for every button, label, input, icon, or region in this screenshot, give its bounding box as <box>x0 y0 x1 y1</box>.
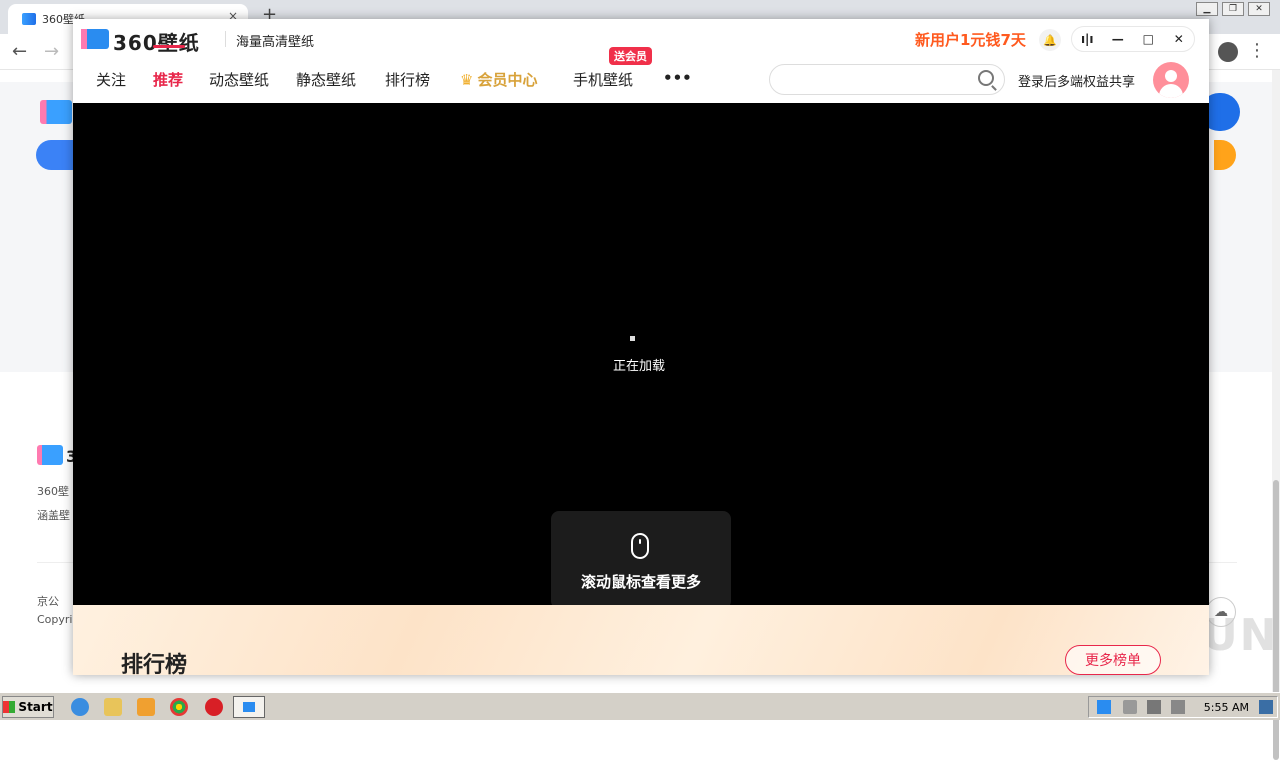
avatar[interactable] <box>1153 62 1189 98</box>
nav-item-ranking[interactable]: 排行榜 <box>385 69 430 90</box>
nav-item-vip-center[interactable]: ♛ 会员中心 <box>460 69 537 90</box>
promo-link[interactable]: 新用户1元钱7天 <box>915 29 1026 50</box>
bell-icon[interactable]: 🔔 <box>1039 29 1061 51</box>
nav-item-dynamic-wallpaper[interactable]: 动态壁纸 <box>209 69 269 90</box>
vip-label: 会员中心 <box>477 71 538 89</box>
page-scrollbar[interactable] <box>1272 70 1280 760</box>
show-desktop-icon[interactable] <box>1259 700 1273 714</box>
footer-text: 涵盖壁 <box>37 509 70 522</box>
ranking-title: 排行榜 <box>121 653 188 675</box>
app-header: 360壁纸 海量高清壁纸 新用户1元钱7天 🔔 ı|ı — □ ✕ 关注 推荐 … <box>73 19 1209 103</box>
footer-copyright: Copyri <box>37 613 73 626</box>
volume-icon[interactable] <box>1123 700 1137 714</box>
footer-text: 360壁 <box>37 485 69 498</box>
search-input[interactable] <box>769 64 1005 95</box>
search-icon[interactable] <box>978 70 994 86</box>
nav-item-follow[interactable]: 关注 <box>96 69 126 90</box>
app-close-button[interactable]: ✕ <box>1164 32 1194 46</box>
app-name: 360壁纸 <box>113 31 200 55</box>
browser-close-button[interactable]: ✕ <box>1248 2 1270 16</box>
active-tab-indicator <box>153 45 185 48</box>
browser-minimize-button[interactable]: ▁ <box>1196 2 1218 16</box>
footer-logo-icon <box>37 445 63 465</box>
chrome-icon[interactable] <box>170 698 188 716</box>
nav-item-phone-wallpaper[interactable]: 手机壁纸 <box>573 69 633 90</box>
app-window-controls: ı|ı — □ ✕ <box>1071 26 1195 52</box>
network-icon[interactable] <box>1147 700 1161 714</box>
app-minimize-button[interactable]: — <box>1103 32 1133 46</box>
nav-item-recommend[interactable]: 推荐 <box>153 69 183 90</box>
loading-text: 正在加载 <box>613 359 666 374</box>
favicon-icon <box>22 13 36 25</box>
footer-text: 京公 <box>37 595 59 608</box>
app-maximize-button[interactable]: □ <box>1133 32 1163 46</box>
more-rankings-button[interactable]: 更多榜单 <box>1065 645 1161 675</box>
loading-spinner-icon <box>630 336 635 341</box>
crown-icon: ♛ <box>460 71 474 89</box>
app-slogan: 海量高清壁纸 <box>236 35 315 50</box>
start-button[interactable]: Start <box>2 696 54 718</box>
media-player-icon[interactable] <box>137 698 155 716</box>
login-prompt[interactable]: 登录后多端权益共享 <box>1018 71 1135 90</box>
start-label: Start <box>18 700 53 714</box>
windows-logo-icon <box>3 701 16 713</box>
gift-vip-badge: 送会员 <box>609 47 652 65</box>
header-divider <box>225 31 226 47</box>
ranking-section: 排行榜 更多榜单 <box>73 605 1209 675</box>
app-logo-icon <box>81 29 109 49</box>
browser-window-controls: ▁ ❐ ✕ <box>1196 2 1270 16</box>
folder-icon[interactable] <box>104 698 122 716</box>
back-arrow-icon[interactable]: ← <box>12 41 27 62</box>
clock[interactable]: 5:55 AM <box>1204 701 1249 714</box>
more-icon[interactable]: ••• <box>663 69 692 87</box>
background-blue-tab <box>36 140 76 170</box>
browser-restore-button[interactable]: ❐ <box>1222 2 1244 16</box>
wallpaper-app-window: 360壁纸 海量高清壁纸 新用户1元钱7天 🔔 ı|ı — □ ✕ 关注 推荐 … <box>73 19 1209 675</box>
scroll-hint-text: 滚动鼠标查看更多 <box>580 573 701 591</box>
taskbar: Start 5:55 AM <box>0 692 1280 720</box>
mouse-icon <box>631 533 649 559</box>
browser-menu-icon[interactable]: ⋮ <box>1248 40 1266 61</box>
flag-icon[interactable] <box>1171 700 1185 714</box>
taskbar-wallpaper-app[interactable] <box>233 696 265 718</box>
wallpaper-stage: 正在加载 滚动鼠标查看更多 <box>73 103 1209 609</box>
scroll-hint: 滚动鼠标查看更多 <box>551 511 731 609</box>
profile-icon[interactable] <box>1218 42 1238 62</box>
background-logo-icon <box>40 100 72 124</box>
tray-wallpaper-icon[interactable] <box>1097 700 1111 714</box>
nav-item-static-wallpaper[interactable]: 静态壁纸 <box>296 69 356 90</box>
opera-icon[interactable] <box>205 698 223 716</box>
forward-arrow-icon[interactable]: → <box>44 41 59 62</box>
wallpaper-app-icon <box>243 702 255 712</box>
system-tray: 5:55 AM <box>1088 696 1278 718</box>
app-mini-mode-button[interactable]: ı|ı <box>1072 32 1102 46</box>
ie-icon[interactable] <box>71 698 89 716</box>
